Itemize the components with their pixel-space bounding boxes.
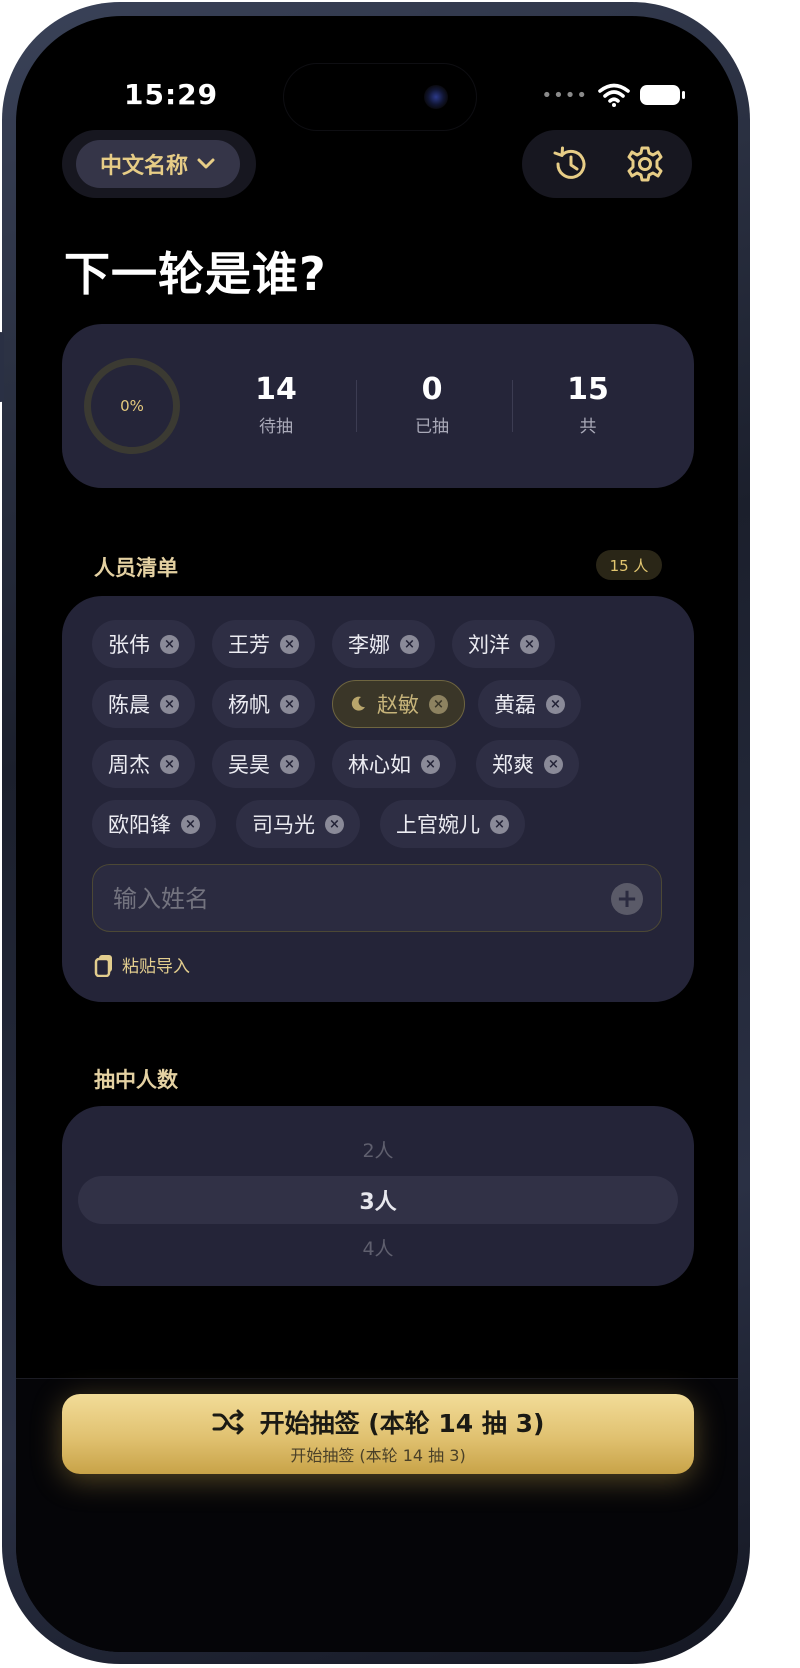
remove-icon[interactable]: × xyxy=(544,754,563,774)
person-name: 张伟 xyxy=(108,633,150,657)
person-name: 李娜 xyxy=(348,633,390,657)
camera-icon xyxy=(424,85,448,109)
name-input-field: + xyxy=(92,864,662,933)
stat-pending-value: 14 xyxy=(255,372,297,407)
name-input[interactable] xyxy=(111,865,595,933)
stat-drawn: 0 已抽 xyxy=(372,372,492,437)
stat-divider xyxy=(512,380,513,432)
clipboard-icon xyxy=(94,954,112,977)
paste-import-label: 粘贴导入 xyxy=(122,957,190,977)
remove-icon[interactable]: × xyxy=(400,634,419,654)
draw-count-picker[interactable]: 2人 3人 4人 xyxy=(62,1106,694,1286)
add-person-button[interactable]: + xyxy=(611,883,643,915)
remove-icon[interactable]: × xyxy=(429,694,448,714)
remove-icon[interactable]: × xyxy=(160,754,179,774)
start-draw-sublabel: 开始抽签 (本轮 14 抽 3) xyxy=(290,1446,466,1465)
screen: 15:29 •••• 中文名称 下一轮是谁? 0% 14 待抽 0 已抽 15 … xyxy=(16,16,738,1652)
settings-button[interactable] xyxy=(623,142,667,186)
remove-icon[interactable]: × xyxy=(181,814,200,834)
person-chip[interactable]: 杨帆 × xyxy=(212,680,315,728)
stat-pending: 14 待抽 xyxy=(216,372,336,437)
draw-count-title: 抽中人数 xyxy=(94,1068,178,1092)
roster-card: 张伟 × 王芳 × 李娜 × 刘洋 × 陈晨 × 杨帆 × 赵敏 × 黄磊 × 周杰 × 吴昊 × … xyxy=(62,596,694,1002)
gear-icon xyxy=(627,146,662,182)
roster-count-badge: 15 人 xyxy=(596,550,662,580)
person-chip[interactable]: 上官婉儿 × xyxy=(380,800,525,848)
person-chip[interactable]: 吴昊 × xyxy=(212,740,315,788)
remove-icon[interactable]: × xyxy=(160,634,179,654)
remove-icon[interactable]: × xyxy=(160,694,179,714)
dynamic-island xyxy=(284,64,476,130)
person-chip[interactable]: 张伟 × xyxy=(92,620,195,668)
signal-dots-icon: •••• xyxy=(541,84,588,106)
history-button[interactable] xyxy=(548,142,592,186)
person-chip[interactable]: 刘洋 × xyxy=(452,620,555,668)
progress-label: 0% xyxy=(120,397,144,415)
remove-icon[interactable]: × xyxy=(546,694,565,714)
language-switcher-button[interactable]: 中文名称 xyxy=(76,140,240,188)
stat-divider xyxy=(356,380,357,432)
person-name: 黄磊 xyxy=(494,693,536,717)
person-chip[interactable]: 王芳 × xyxy=(212,620,315,668)
person-name: 周杰 xyxy=(108,753,150,777)
person-name: 林心如 xyxy=(348,753,411,777)
status-icons: •••• xyxy=(541,80,685,110)
stat-pending-label: 待抽 xyxy=(259,417,293,437)
remove-icon[interactable]: × xyxy=(280,634,299,654)
language-switcher-container: 中文名称 xyxy=(62,130,256,198)
moon-icon xyxy=(351,696,365,711)
remove-icon[interactable]: × xyxy=(280,694,299,714)
person-name: 上官婉儿 xyxy=(396,813,480,837)
paste-import-button[interactable]: 粘贴导入 xyxy=(94,952,190,977)
roster-title: 人员清单 xyxy=(94,556,178,580)
person-chip[interactable]: 黄磊 × xyxy=(478,680,581,728)
picker-option-selected[interactable]: 3人 xyxy=(62,1184,694,1216)
battery-icon xyxy=(640,85,685,105)
stat-drawn-value: 0 xyxy=(421,372,443,407)
remove-icon[interactable]: × xyxy=(490,814,509,834)
toolbar-icons xyxy=(522,130,692,198)
chevron-down-icon xyxy=(197,158,215,169)
wifi-icon xyxy=(598,83,630,107)
person-name: 陈晨 xyxy=(108,693,150,717)
person-name: 王芳 xyxy=(228,633,270,657)
status-time: 15:29 xyxy=(124,78,219,111)
person-name: 刘洋 xyxy=(468,633,510,657)
remove-icon[interactable]: × xyxy=(325,814,344,834)
start-draw-label: 开始抽签 (本轮 14 抽 3) xyxy=(259,1409,545,1438)
person-name: 赵敏 xyxy=(377,693,419,717)
stat-drawn-label: 已抽 xyxy=(415,417,449,437)
shuffle-icon xyxy=(212,1409,244,1435)
person-chip[interactable]: 欧阳锋 × xyxy=(92,800,216,848)
person-chip[interactable]: 司马光 × xyxy=(236,800,360,848)
person-chip-excluded[interactable]: 赵敏 × xyxy=(332,680,465,728)
person-name: 吴昊 xyxy=(228,753,270,777)
phone-frame: 15:29 •••• 中文名称 下一轮是谁? 0% 14 待抽 0 已抽 15 … xyxy=(0,2,750,1664)
person-chip[interactable]: 郑爽 × xyxy=(476,740,579,788)
person-chip[interactable]: 林心如 × xyxy=(332,740,456,788)
person-name: 欧阳锋 xyxy=(108,813,171,837)
remove-icon[interactable]: × xyxy=(421,754,440,774)
picker-option[interactable]: 2人 xyxy=(62,1136,694,1163)
stat-total-value: 15 xyxy=(567,372,609,407)
start-draw-button[interactable]: 开始抽签 (本轮 14 抽 3) 开始抽签 (本轮 14 抽 3) xyxy=(62,1394,694,1474)
history-icon xyxy=(553,146,585,179)
person-chip[interactable]: 陈晨 × xyxy=(92,680,195,728)
person-name: 司马光 xyxy=(252,813,315,837)
picker-option[interactable]: 4人 xyxy=(62,1234,694,1261)
person-chip[interactable]: 李娜 × xyxy=(332,620,435,668)
person-name: 杨帆 xyxy=(228,693,270,717)
start-draw-main: 开始抽签 (本轮 14 抽 3) xyxy=(62,1404,694,1440)
person-chip[interactable]: 周杰 × xyxy=(92,740,195,788)
stat-total-label: 共 xyxy=(579,417,597,437)
remove-icon[interactable]: × xyxy=(280,754,299,774)
language-label: 中文名称 xyxy=(99,154,188,179)
person-name: 郑爽 xyxy=(492,753,534,777)
page-title: 下一轮是谁? xyxy=(64,247,327,301)
progress-ring: 0% xyxy=(84,358,180,454)
remove-icon[interactable]: × xyxy=(520,634,539,654)
stats-card: 0% 14 待抽 0 已抽 15 共 xyxy=(62,324,694,488)
stat-total: 15 共 xyxy=(528,372,648,437)
